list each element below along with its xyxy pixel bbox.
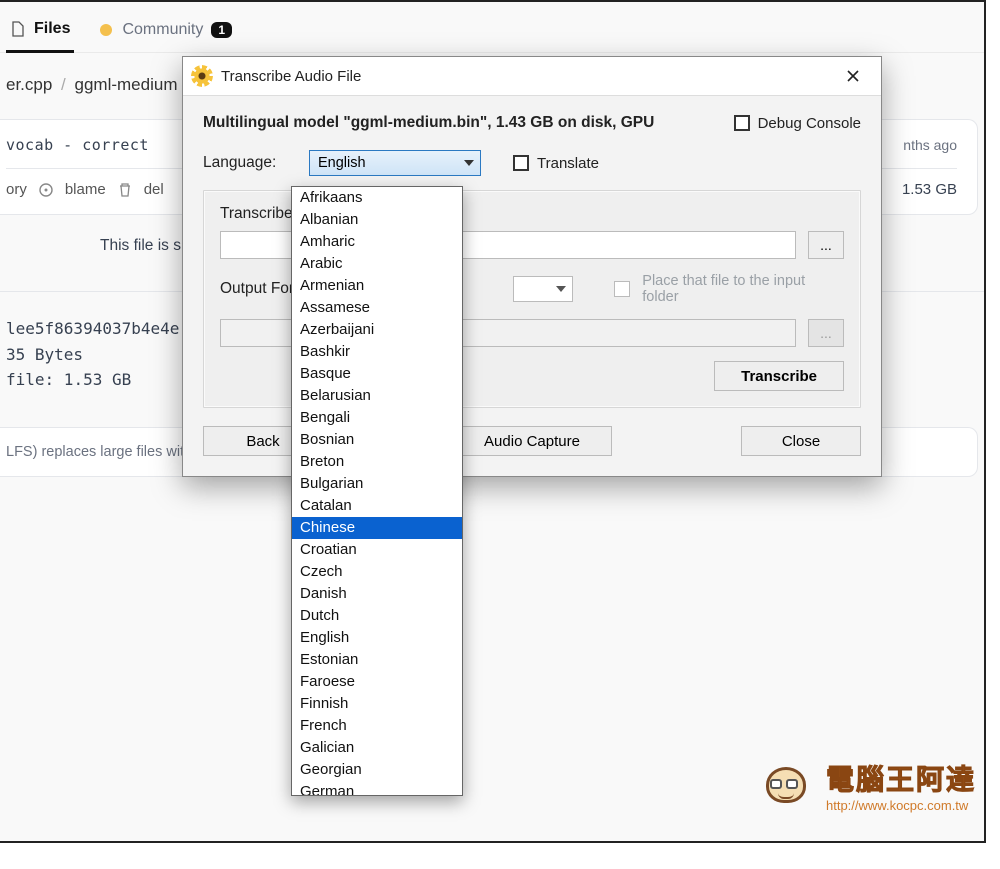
chevron-down-icon [464,160,474,166]
language-option[interactable]: English [292,627,462,649]
language-option[interactable]: Arabic [292,253,462,275]
language-option[interactable]: Faroese [292,671,462,693]
watermark-url: http://www.kocpc.com.tw [826,798,968,813]
tab-community-label: Community [122,21,203,39]
meta-size-label: file: [6,370,54,389]
delete-link[interactable]: del [144,181,164,198]
language-option[interactable]: Basque [292,363,462,385]
breadcrumb-part-2[interactable]: ggml-medium [75,75,178,94]
close-icon [846,69,860,83]
translate-label: Translate [537,155,599,172]
model-info: Multilingual model "ggml-medium.bin", 1.… [203,114,654,132]
language-option[interactable]: Dutch [292,605,462,627]
language-option[interactable]: Georgian [292,759,462,781]
watermark-title: 電腦王阿達 [826,758,976,798]
language-option[interactable]: Galician [292,737,462,759]
language-option[interactable]: Bengali [292,407,462,429]
language-option[interactable]: Breton [292,451,462,473]
language-option[interactable]: Estonian [292,649,462,671]
language-selected-value: English [318,155,366,171]
tab-files-label: Files [34,20,70,38]
blame-link[interactable]: blame [65,181,106,198]
language-option[interactable]: Chinese [292,517,462,539]
file-icon [10,21,26,37]
blame-icon [37,182,55,198]
language-option[interactable]: Assamese [292,297,462,319]
language-combobox[interactable]: English [309,150,481,176]
breadcrumb-separator: / [57,75,70,94]
language-option[interactable]: Belarusian [292,385,462,407]
tab-files[interactable]: Files [6,12,74,53]
language-option[interactable]: Albanian [292,209,462,231]
community-badge: 1 [211,22,232,38]
community-icon [98,22,114,38]
language-dropdown-list[interactable]: AfrikaansAlbanianAmharicArabicArmenianAs… [291,186,463,796]
language-option[interactable]: Armenian [292,275,462,297]
commit-time: nths ago [903,137,957,153]
history-link[interactable]: ory [6,181,27,198]
language-option[interactable]: Czech [292,561,462,583]
dialog-title: Transcribe Audio File [221,68,361,85]
transcribe-dialog: Transcribe Audio File Multilingual model… [182,56,882,477]
language-option[interactable]: Finnish [292,693,462,715]
breadcrumb-part-1[interactable]: er.cpp [6,75,52,94]
debug-console-checkbox[interactable] [734,115,750,131]
transcribe-button[interactable]: Transcribe [714,361,844,391]
browse-file-button[interactable]: ... [808,231,844,259]
audio-capture-button[interactable]: Audio Capture [452,426,612,456]
language-option[interactable]: Bosnian [292,429,462,451]
output-format-combobox[interactable] [513,276,573,302]
dialog-titlebar[interactable]: Transcribe Audio File [183,57,881,96]
watermark-mascot [758,757,814,813]
debug-console-checkbox-wrap[interactable]: Debug Console [734,115,861,132]
language-option[interactable]: Danish [292,583,462,605]
close-button[interactable]: Close [741,426,861,456]
language-option[interactable]: Bashkir [292,341,462,363]
language-option[interactable]: Bulgarian [292,473,462,495]
browse-output-button: ... [808,319,844,347]
file-size: 1.53 GB [902,181,957,198]
language-option[interactable]: German [292,781,462,795]
language-option[interactable]: Croatian [292,539,462,561]
place-input-folder-label: Place that file to the input folder [642,273,844,305]
tab-community[interactable]: Community 1 [94,13,236,51]
place-input-folder-checkbox[interactable] [614,281,630,297]
translate-checkbox[interactable] [513,155,529,171]
delete-icon [116,182,134,198]
translate-checkbox-wrap[interactable]: Translate [513,155,599,172]
language-option[interactable]: Afrikaans [292,187,462,209]
dialog-close-button[interactable] [833,63,873,89]
language-dropdown-scroll[interactable]: AfrikaansAlbanianAmharicArabicArmenianAs… [292,187,462,795]
chevron-down-icon [556,286,566,292]
language-option[interactable]: Azerbaijani [292,319,462,341]
language-option[interactable]: Catalan [292,495,462,517]
language-option[interactable]: French [292,715,462,737]
language-label: Language: [203,154,293,172]
page-tabs: Files Community 1 [0,2,984,53]
app-icon [193,67,211,85]
meta-size-value: 1.53 GB [54,370,131,389]
watermark: 電腦王阿達 http://www.kocpc.com.tw [758,757,976,813]
language-option[interactable]: Amharic [292,231,462,253]
commit-message: vocab - correct [6,136,149,154]
debug-console-label: Debug Console [758,115,861,132]
